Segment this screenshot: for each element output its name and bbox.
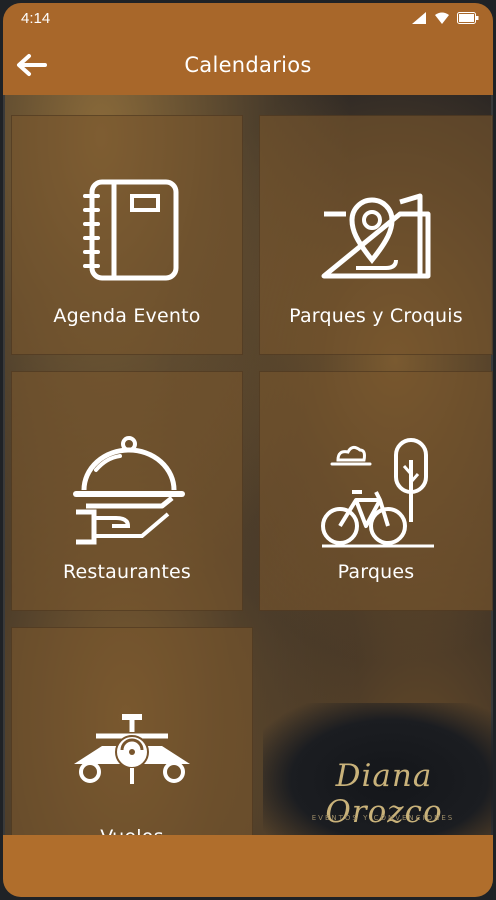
tile-parques[interactable]: Parques xyxy=(259,371,493,611)
status-bar: 4:14 xyxy=(3,3,493,35)
tile-restaurantes[interactable]: Restaurantes xyxy=(11,371,243,611)
map-pin-icon xyxy=(321,193,431,279)
food-cloche-icon xyxy=(73,436,185,545)
tile-label-parques: Parques xyxy=(337,561,415,583)
tile-label-agenda: Agenda Evento xyxy=(53,305,201,327)
wifi-icon xyxy=(435,12,449,24)
tile-label-parques-croquis: Parques y Croquis xyxy=(289,305,463,327)
notebook-icon xyxy=(83,179,179,281)
status-time: 4:14 xyxy=(21,10,51,27)
bottom-strip xyxy=(3,835,493,897)
tile-parques-croquis[interactable]: Parques y Croquis xyxy=(259,115,493,355)
phone-screen: 4:14 Calendarios Agenda Evento Parques y… xyxy=(3,3,493,897)
page-title: Calendarios xyxy=(184,53,312,77)
signal-icon xyxy=(412,12,426,24)
brand-tagline: EVENTOS Y CONVENCIONES xyxy=(311,814,455,822)
tile-vuelos[interactable]: Vuelos xyxy=(11,627,253,853)
bicycle-tree-icon xyxy=(321,438,434,548)
tile-agenda-evento[interactable]: Agenda Evento xyxy=(11,115,243,355)
app-bar: Calendarios xyxy=(3,35,493,95)
status-icons xyxy=(411,11,479,25)
battery-icon xyxy=(457,12,479,24)
tile-label-restaurantes: Restaurantes xyxy=(62,561,191,583)
airplane-icon xyxy=(74,714,190,784)
